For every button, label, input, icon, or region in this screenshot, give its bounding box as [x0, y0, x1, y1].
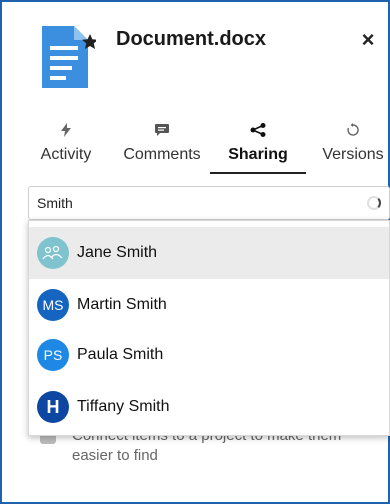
people-search-input[interactable]	[37, 187, 357, 219]
people-search-box	[28, 186, 390, 220]
comment-icon	[155, 120, 169, 140]
tab-sharing[interactable]: Sharing	[222, 120, 294, 176]
active-tab-indicator	[210, 172, 306, 174]
result-paula-smith[interactable]: PS Paula Smith	[29, 329, 389, 381]
tab-activity-label: Activity	[40, 146, 92, 163]
avatar: MS	[37, 289, 69, 321]
tab-comments[interactable]: Comments	[120, 120, 204, 176]
result-martin-smith[interactable]: MS Martin Smith	[29, 279, 389, 331]
result-name: Paula Smith	[77, 346, 164, 363]
tab-activity[interactable]: Activity	[38, 120, 94, 176]
group-avatar-icon	[37, 237, 69, 269]
result-name: Tiffany Smith	[77, 398, 170, 415]
bolt-icon	[61, 120, 71, 140]
tab-comments-label: Comments	[123, 146, 201, 163]
share-icon	[250, 120, 266, 140]
project-hint-line2: easier to find	[72, 447, 158, 464]
details-panel: Document.docx × Activity Comments Sharin…	[0, 0, 390, 504]
tab-bar: Activity Comments Sharing Versions	[2, 120, 390, 176]
word-document-icon	[42, 26, 96, 88]
tab-versions-label: Versions	[322, 146, 384, 163]
result-name: Jane Smith	[77, 244, 158, 261]
history-icon	[346, 120, 360, 140]
document-title: Document.docx	[116, 28, 267, 50]
loading-spinner-icon	[367, 196, 381, 210]
avatar: PS	[37, 339, 69, 371]
tab-sharing-label: Sharing	[228, 146, 288, 163]
result-name: Martin Smith	[77, 296, 167, 313]
close-button[interactable]: ×	[354, 26, 382, 54]
avatar: H	[37, 391, 69, 423]
result-jane-smith[interactable]: Jane Smith	[29, 227, 389, 279]
tab-versions[interactable]: Versions	[320, 120, 386, 176]
result-tiffany-smith[interactable]: H Tiffany Smith	[29, 381, 389, 433]
search-results-dropdown: Jane Smith MS Martin Smith PS Paula Smit…	[28, 220, 390, 436]
